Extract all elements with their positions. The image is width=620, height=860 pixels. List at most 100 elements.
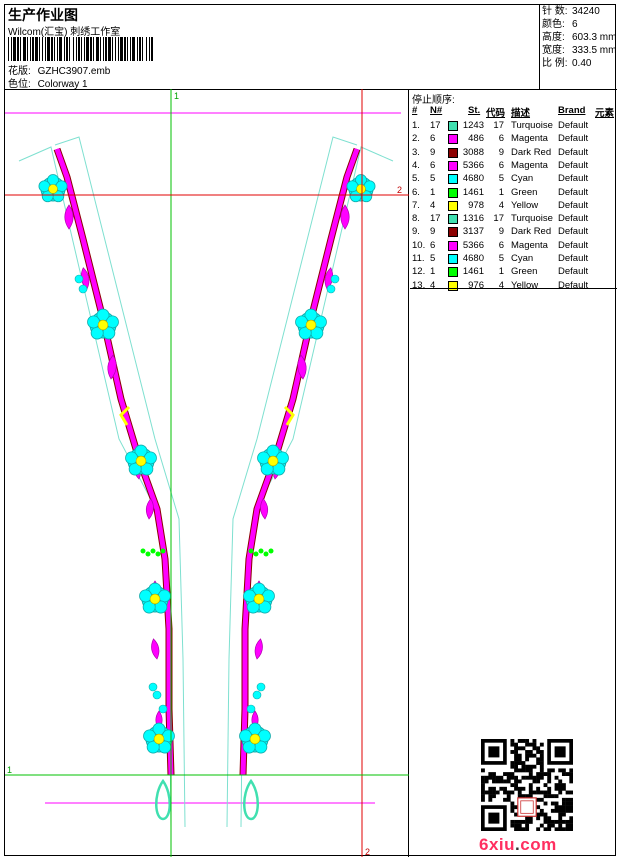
barcode-bar: [142, 37, 143, 61]
stop-row: 7. 4 978 4 Yellow Default: [410, 199, 617, 212]
qr-module: [510, 805, 515, 810]
barcode-bar: [73, 37, 74, 61]
qr-module: [492, 772, 496, 776]
flower-center: [97, 319, 109, 331]
qr-module: [521, 786, 526, 791]
leaf-motif: [145, 498, 154, 520]
header-info: 生产作业图 Wilcom(汇宝) 刺绣工作室 花版: GZHC3907.emb …: [5, 5, 540, 90]
stat-width: 宽度: 333.5 mm: [542, 45, 617, 56]
qr-module: [547, 819, 552, 824]
production-sheet: 生产作业图 Wilcom(汇宝) 刺绣工作室 花版: GZHC3907.emb …: [4, 4, 617, 857]
qr-module: [561, 808, 566, 813]
qr-module: [539, 761, 544, 765]
qr-module: [492, 779, 496, 784]
qr-module: [569, 779, 573, 784]
stop-needle: 4: [430, 279, 436, 291]
qr-module: [539, 797, 544, 802]
qr-module: [488, 794, 493, 799]
stat-stitches: 针 数: 34240: [542, 6, 600, 17]
qr-module: [536, 761, 541, 765]
barcode-bar: [20, 37, 21, 61]
qr-module: [514, 761, 518, 765]
flower-center: [267, 455, 279, 467]
qr-module: [517, 761, 522, 765]
barcode: [8, 37, 153, 61]
qr-module: [521, 764, 526, 769]
qr-module: [539, 764, 544, 769]
stop-brand: Default: [558, 199, 589, 211]
qr-module: [506, 779, 511, 784]
flower-center: [149, 593, 161, 605]
stop-row: 12. 1 1461 1 Green Default: [410, 265, 617, 278]
stop-stitches: 3088: [462, 146, 484, 158]
embroidery-preview: 1 2 1 2: [5, 89, 409, 857]
qr-module: [517, 786, 522, 791]
qr-module: [561, 768, 566, 773]
stop-description: Yellow: [511, 199, 539, 211]
qr-module: [547, 816, 552, 821]
stop-brand: Default: [558, 159, 589, 171]
qr-module: [569, 768, 573, 773]
stop-index: 6.: [412, 186, 420, 198]
qr-module: [517, 819, 522, 824]
flower-petal: [87, 315, 101, 329]
color-swatch: [448, 267, 458, 278]
stop-index: 12.: [412, 266, 426, 278]
qr-module: [514, 819, 518, 824]
qr-module: [514, 757, 518, 762]
color-swatch: [448, 200, 458, 211]
qr-module: [514, 742, 518, 747]
qr-module: [510, 750, 515, 754]
qr-module: [528, 768, 533, 773]
qr-module: [558, 808, 563, 813]
stop-index: 10.: [412, 239, 426, 251]
stop-row: 2. 6 486 6 Magenta Default: [410, 132, 617, 145]
qr-module: [565, 801, 570, 806]
green-dot: [263, 551, 269, 557]
barcode-bar: [27, 37, 28, 61]
flower-center: [249, 733, 261, 745]
qr-module: [514, 768, 518, 773]
qr-module: [550, 801, 555, 806]
color-swatch: [448, 214, 458, 225]
barcode-bar: [96, 37, 99, 61]
stop-index: 3.: [412, 146, 420, 158]
qr-module: [503, 772, 507, 776]
qr-module: [514, 823, 518, 828]
qr-module: [543, 801, 548, 806]
stop-row: 9. 9 3137 9 Dark Red Default: [410, 225, 617, 238]
stop-code: 9: [498, 226, 504, 238]
green-dot: [140, 548, 146, 554]
qr-module: [547, 779, 552, 784]
flower-petal: [275, 451, 289, 465]
qr-module: [547, 794, 552, 799]
flower-center: [48, 184, 58, 194]
qr-module: [543, 790, 548, 795]
guide-label-v1: 1: [174, 91, 179, 101]
qr-module: [558, 786, 563, 791]
qr-module: [528, 750, 533, 754]
stop-description: Magenta: [511, 133, 548, 145]
barcode-bar: [30, 37, 31, 61]
qr-module: [521, 819, 526, 824]
bud: [74, 274, 84, 284]
stop-brand: Default: [558, 133, 589, 145]
stop-description: Turquoise: [511, 120, 553, 131]
qr-module: [481, 775, 485, 780]
green-dot: [248, 548, 254, 554]
qr-module: [539, 757, 544, 762]
qr-module: [528, 772, 533, 776]
stop-code: 6: [498, 133, 504, 145]
stop-code: 6: [498, 159, 504, 171]
qr-module: [495, 779, 500, 784]
color-swatch: [448, 187, 458, 198]
barcode-bar: [149, 37, 150, 61]
bud: [330, 274, 340, 284]
qr-module: [514, 746, 518, 751]
stop-code: 9: [498, 146, 504, 158]
green-dot: [155, 551, 161, 557]
stop-code: 6: [498, 239, 504, 251]
qr-module: [495, 775, 500, 780]
qr-module: [539, 772, 544, 776]
qr-module: [547, 827, 552, 831]
